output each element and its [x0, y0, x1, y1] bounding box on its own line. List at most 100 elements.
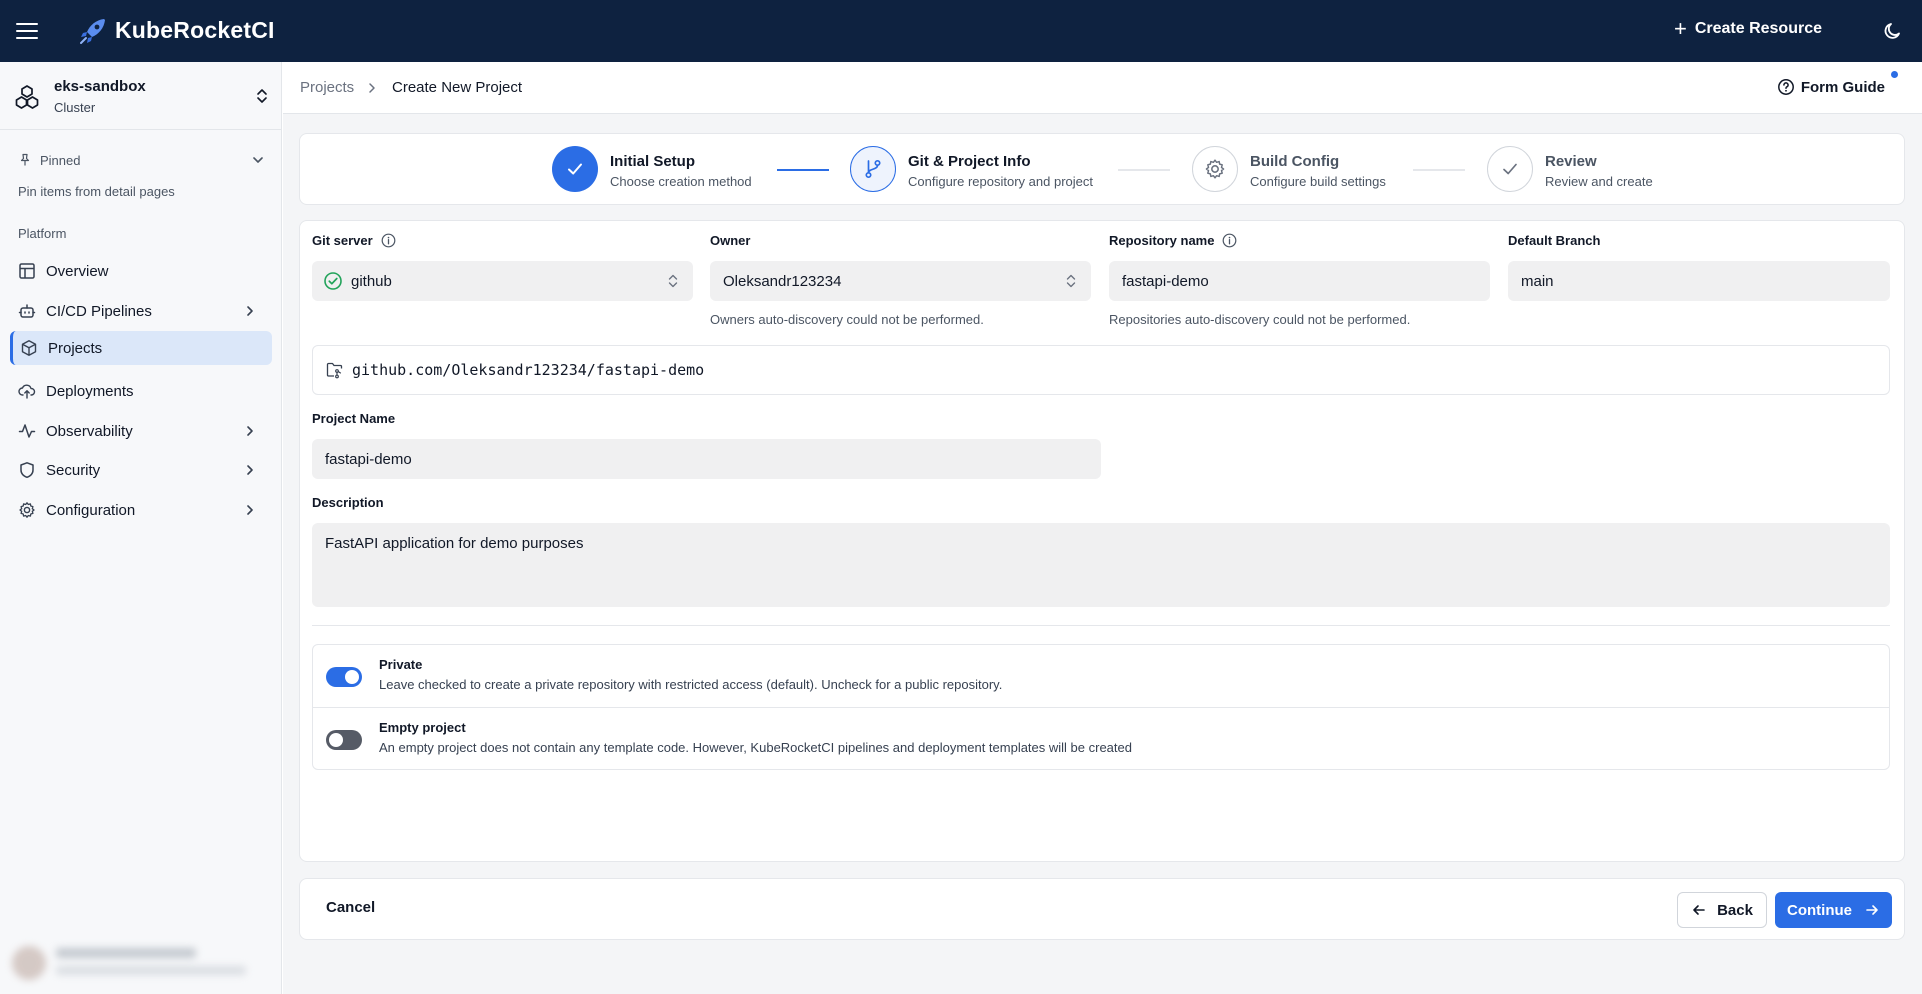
step-connector: [777, 169, 829, 171]
arrow-left-icon: [1693, 905, 1705, 915]
cancel-button[interactable]: Cancel: [326, 899, 375, 916]
step-circle: [552, 146, 598, 192]
pinned-section-header[interactable]: Pinned: [18, 150, 266, 170]
box-icon: [21, 340, 37, 356]
sidebar-item-label: Security: [46, 461, 101, 479]
project-form-card: Git server github Owner Oleksandr123234 …: [299, 220, 1905, 862]
empty-project-label: Empty project: [379, 720, 466, 735]
gear-icon: [19, 502, 35, 518]
create-resource-label: Create Resource: [1694, 20, 1822, 37]
step-title: Initial Setup: [610, 153, 696, 170]
cloud-upload-icon: [18, 384, 36, 399]
help-circle-icon: [1777, 79, 1794, 95]
private-option: Private Leave checked to create a privat…: [313, 645, 1889, 707]
chevron-right-icon: [247, 306, 253, 316]
divider: [312, 625, 1890, 626]
step-subtitle: Configure build settings: [1250, 174, 1386, 189]
main-content: Projects Create New Project Form Guide I…: [283, 62, 1922, 994]
chevron-right-icon: [369, 83, 375, 93]
continue-label: Continue: [1787, 901, 1852, 919]
step-title: Build Config: [1250, 153, 1340, 170]
chevron-right-icon: [247, 426, 253, 436]
arrow-right-icon: [1866, 905, 1878, 915]
cluster-icon: [15, 85, 39, 109]
sidebar-item-label: Observability: [46, 422, 133, 440]
check-circle-icon: [324, 272, 342, 290]
activity-icon: [18, 424, 36, 438]
breadcrumb-current: Create New Project: [392, 79, 523, 96]
cluster-switcher[interactable]: eks-sandbox Cluster: [0, 62, 282, 130]
empty-project-option: Empty project An empty project does not …: [313, 707, 1889, 769]
continue-button[interactable]: Continue: [1775, 892, 1892, 928]
private-toggle[interactable]: [326, 667, 362, 687]
rocket-logo-icon: [80, 19, 105, 44]
sidebar-item-overview[interactable]: Overview: [10, 254, 272, 288]
info-icon[interactable]: [381, 233, 396, 248]
sidebar-item-deployments[interactable]: Deployments: [10, 374, 272, 408]
back-label: Back: [1717, 901, 1753, 919]
step-connector: [1118, 169, 1170, 171]
owner-label: Owner: [710, 233, 751, 248]
git-server-label: Git server: [312, 233, 396, 248]
sidebar-item-label: Deployments: [46, 382, 134, 400]
sidebar-item-projects[interactable]: Projects: [10, 331, 272, 365]
default-branch-input[interactable]: main: [1508, 261, 1890, 301]
form-guide-button[interactable]: Form Guide: [1777, 78, 1885, 96]
shield-icon: [20, 462, 34, 479]
description-textarea[interactable]: FastAPI application for demo purposes: [312, 523, 1890, 607]
layout-icon: [19, 263, 35, 279]
user-profile-blurred[interactable]: [6, 940, 274, 986]
check-icon: [1503, 163, 1517, 175]
sidebar-item-label: Projects: [48, 339, 103, 357]
empty-project-toggle[interactable]: [326, 730, 362, 750]
check-icon: [568, 163, 582, 175]
wizard-stepper: Initial Setup Choose creation method Git…: [299, 133, 1905, 205]
chevron-right-icon: [247, 465, 253, 475]
owner-value: Oleksandr123234: [723, 272, 842, 290]
cluster-label: Cluster: [54, 100, 96, 115]
top-bar: KubeRocketCI + Create Resource: [0, 0, 1922, 62]
chevron-right-icon: [247, 505, 253, 515]
project-name-input[interactable]: fastapi-demo: [312, 439, 1101, 479]
breadcrumb-projects-link[interactable]: Projects: [300, 79, 354, 96]
step-circle: [850, 146, 896, 192]
empty-project-description: An empty project does not contain any te…: [379, 740, 1132, 755]
menu-icon[interactable]: [16, 20, 38, 42]
git-branch-icon: [865, 159, 881, 179]
notification-dot: [1891, 71, 1898, 78]
step-title: Git & Project Info: [908, 153, 1031, 170]
info-icon[interactable]: [1222, 233, 1237, 248]
owner-select[interactable]: Oleksandr123234: [710, 261, 1091, 301]
plus-icon: +: [1673, 16, 1687, 41]
platform-section-label: Platform: [18, 226, 67, 241]
git-server-select[interactable]: github: [312, 261, 693, 301]
sidebar-item-label: CI/CD Pipelines: [46, 302, 152, 320]
repository-name-hint: Repositories auto-discovery could not be…: [1109, 312, 1411, 327]
form-guide-label: Form Guide: [1800, 78, 1885, 96]
pinned-hint: Pin items from detail pages: [18, 184, 175, 199]
repository-name-label: Repository name: [1109, 233, 1237, 248]
sidebar-item-cicd-pipelines[interactable]: CI/CD Pipelines: [10, 294, 272, 328]
folder-git-icon: [326, 362, 343, 379]
repository-url-preview: github.com/Oleksandr123234/fastapi-demo: [312, 345, 1890, 395]
step-subtitle: Configure repository and project: [908, 174, 1093, 189]
git-server-value: github: [351, 272, 392, 290]
project-name-label: Project Name: [312, 411, 396, 426]
step-title: Review: [1545, 153, 1597, 170]
step-subtitle: Review and create: [1545, 174, 1653, 189]
repository-url-text: github.com/Oleksandr123234/fastapi-demo: [352, 361, 705, 379]
sidebar-item-observability[interactable]: Observability: [10, 414, 272, 448]
step-connector: [1413, 169, 1465, 171]
step-circle: [1192, 146, 1238, 192]
chevron-up-down-icon: [1066, 274, 1076, 288]
create-resource-button[interactable]: + Create Resource: [1673, 16, 1822, 41]
app-title: KubeRocketCI: [115, 17, 275, 43]
sidebar-item-security[interactable]: Security: [10, 453, 272, 487]
repository-name-input[interactable]: fastapi-demo: [1109, 261, 1490, 301]
back-button[interactable]: Back: [1677, 892, 1767, 928]
default-branch-label: Default Branch: [1508, 233, 1601, 248]
chevron-down-icon: [253, 157, 263, 163]
moon-icon[interactable]: [1882, 20, 1904, 42]
pinned-label: Pinned: [40, 152, 81, 168]
sidebar-item-configuration[interactable]: Configuration: [10, 493, 272, 527]
